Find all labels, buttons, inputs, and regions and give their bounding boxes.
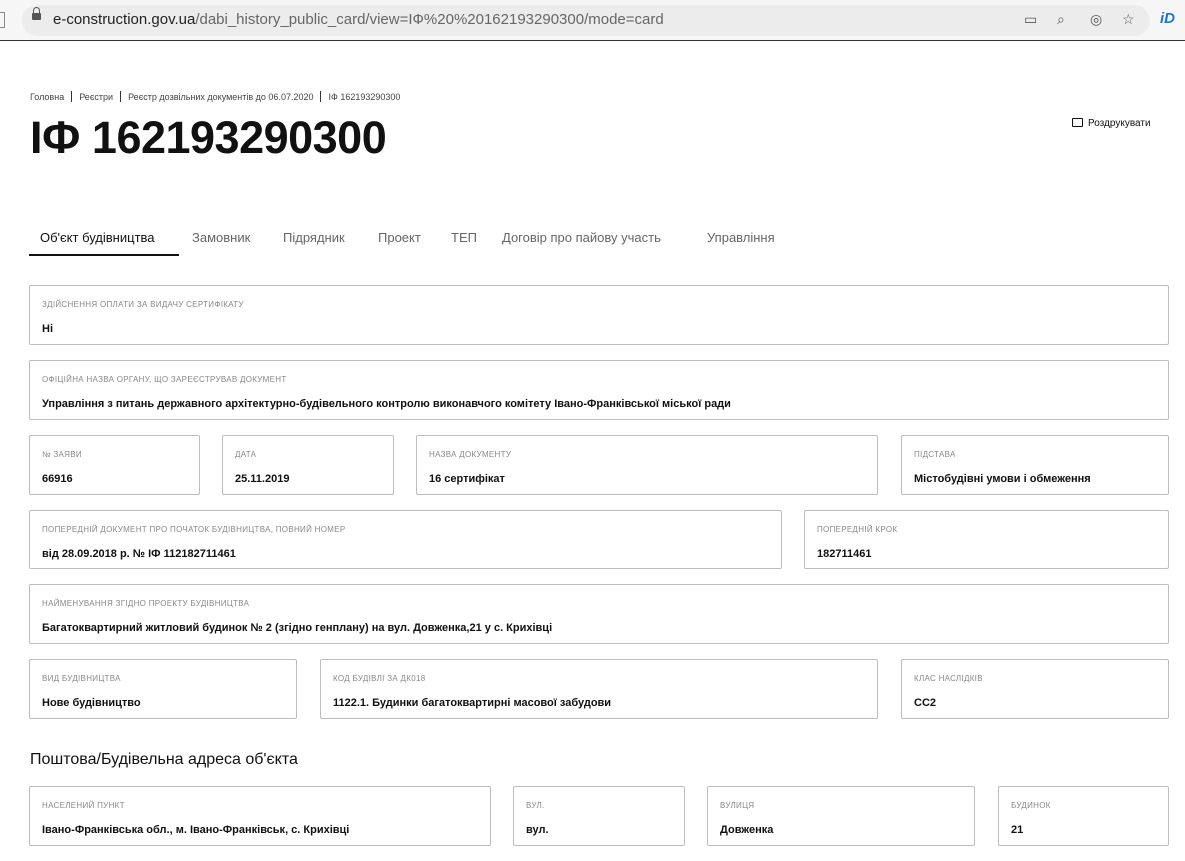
field-application-number: № заяви 66916: [29, 435, 200, 495]
breadcrumb-item-current: ІФ 162193290300: [328, 92, 401, 102]
field-label: Будинок: [1011, 801, 1051, 810]
breadcrumb-separator: [320, 91, 322, 102]
field-label: Попередній документ про початок будівниц…: [42, 525, 346, 534]
breadcrumb-item-registry[interactable]: Реєстр дозвільних документів до 06.07.20…: [128, 92, 313, 102]
browser-toolbar: e-construction.gov.ua/dabi_history_publi…: [0, 0, 1185, 41]
lock-icon[interactable]: [32, 7, 41, 20]
breadcrumb-separator: [71, 91, 73, 102]
field-value: 66916: [42, 473, 73, 485]
field-value: від 28.09.2018 р. № ІФ 112182711461: [42, 548, 236, 560]
print-label: Роздрукувати: [1088, 118, 1151, 129]
star-icon[interactable]: ☆: [1122, 11, 1135, 28]
printer-icon: [1072, 118, 1083, 127]
field-label: Підстава: [914, 450, 956, 459]
field-value: Івано-Франківська обл., м. Івано-Франків…: [42, 824, 350, 836]
field-label: Попередній крок: [817, 525, 898, 534]
field-label: Офіційна назва органу, що зареєстрував д…: [42, 375, 287, 384]
field-label: Клас наслідків: [914, 674, 983, 683]
extension-icon[interactable]: iD: [1160, 10, 1175, 27]
address-bar[interactable]: e-construction.gov.ua/dabi_history_publi…: [22, 5, 1150, 36]
field-value: 182711461: [817, 548, 872, 560]
field-value: СС2: [914, 697, 937, 709]
field-value: Нове будівництво: [42, 697, 141, 709]
field-build-type: Вид будівництва Нове будівництво: [29, 659, 297, 719]
tab-management[interactable]: Управління: [707, 230, 775, 245]
field-street-type: Вул. вул.: [513, 786, 685, 846]
field-document-name: Назва документу 16 сертифікат: [416, 435, 878, 495]
tab-contractor[interactable]: Підрядник: [283, 230, 345, 245]
device-icon[interactable]: ▭: [1024, 11, 1037, 28]
breadcrumb: Головна Реєстри Реєстр дозвільних документ…: [30, 91, 400, 102]
field-house: Будинок 21: [998, 786, 1169, 846]
tab-customer[interactable]: Замовник: [192, 230, 250, 245]
field-label: Дата: [235, 450, 257, 459]
url-text[interactable]: e-construction.gov.ua/dabi_history_publi…: [53, 11, 664, 28]
tab-construction-object[interactable]: Об'єкт будівництва: [40, 230, 155, 245]
tab-project[interactable]: Проект: [378, 230, 421, 245]
tab-share-agreement[interactable]: Договір про пайову участь: [502, 230, 661, 245]
field-value: Довженка: [720, 824, 774, 836]
field-label: Найменування згідно проекту будівництва: [42, 599, 250, 608]
field-building-code: Код будівлі за ДК018 1122.1. Будинки баг…: [320, 659, 878, 719]
field-previous-step: Попередній крок 182711461: [804, 510, 1169, 569]
field-value: 16 сертифікат: [429, 473, 505, 485]
field-label: Назва документу: [429, 450, 512, 459]
print-button[interactable]: Роздрукувати: [1072, 118, 1151, 129]
address-section-title: Поштова/Будівельна адреса об'єкта: [30, 751, 298, 768]
field-street: Вулиця Довженка: [707, 786, 975, 846]
field-label: Вулиця: [720, 801, 755, 810]
breadcrumb-item-home[interactable]: Головна: [30, 92, 64, 102]
field-locality: Населений пункт Івано-Франківська обл., …: [29, 786, 491, 846]
home-icon[interactable]: [0, 12, 5, 28]
field-value: 25.11.2019: [235, 473, 290, 485]
field-project-name: Найменування згідно проекту будівництва …: [29, 584, 1169, 644]
field-label: Код будівлі за ДК018: [333, 674, 426, 683]
field-label: Вул.: [526, 801, 545, 810]
field-previous-document: Попередній документ про початок будівниц…: [29, 510, 782, 569]
field-value: 1122.1. Будинки багатоквартирні масової …: [333, 697, 612, 709]
field-payment: Здійснення оплати за видачу сертифікату …: [29, 285, 1169, 345]
breadcrumb-separator: [120, 91, 122, 102]
field-value: Управління з питань державного архітекту…: [42, 398, 731, 410]
field-value: Багатоквартирний житловий будинок № 2 (з…: [42, 622, 553, 634]
field-label: Вид будівництва: [42, 674, 121, 683]
hidden-eye-icon[interactable]: ◎: [1090, 11, 1102, 28]
field-basis: Підстава Містобудівні умови і обмеження: [901, 435, 1169, 495]
tab-tep[interactable]: ТЕП: [451, 230, 477, 245]
field-value: вул.: [526, 824, 549, 836]
field-consequence-class: Клас наслідків СС2: [901, 659, 1169, 719]
page-title: ІФ 162193290300: [30, 112, 387, 163]
field-label: Населений пункт: [42, 801, 125, 810]
field-authority: Офіційна назва органу, що зареєстрував д…: [29, 360, 1169, 420]
field-value: Містобудівні умови і обмеження: [914, 473, 1091, 485]
field-label: Здійснення оплати за видачу сертифікату: [42, 300, 244, 309]
breadcrumb-item-registries[interactable]: Реєстри: [79, 92, 113, 102]
zoom-icon[interactable]: ⌕: [1057, 11, 1065, 28]
field-value: Ні: [42, 323, 53, 335]
active-tab-indicator: [29, 254, 179, 256]
field-label: № заяви: [42, 450, 82, 459]
field-date: Дата 25.11.2019: [222, 435, 394, 495]
field-value: 21: [1011, 824, 1024, 836]
